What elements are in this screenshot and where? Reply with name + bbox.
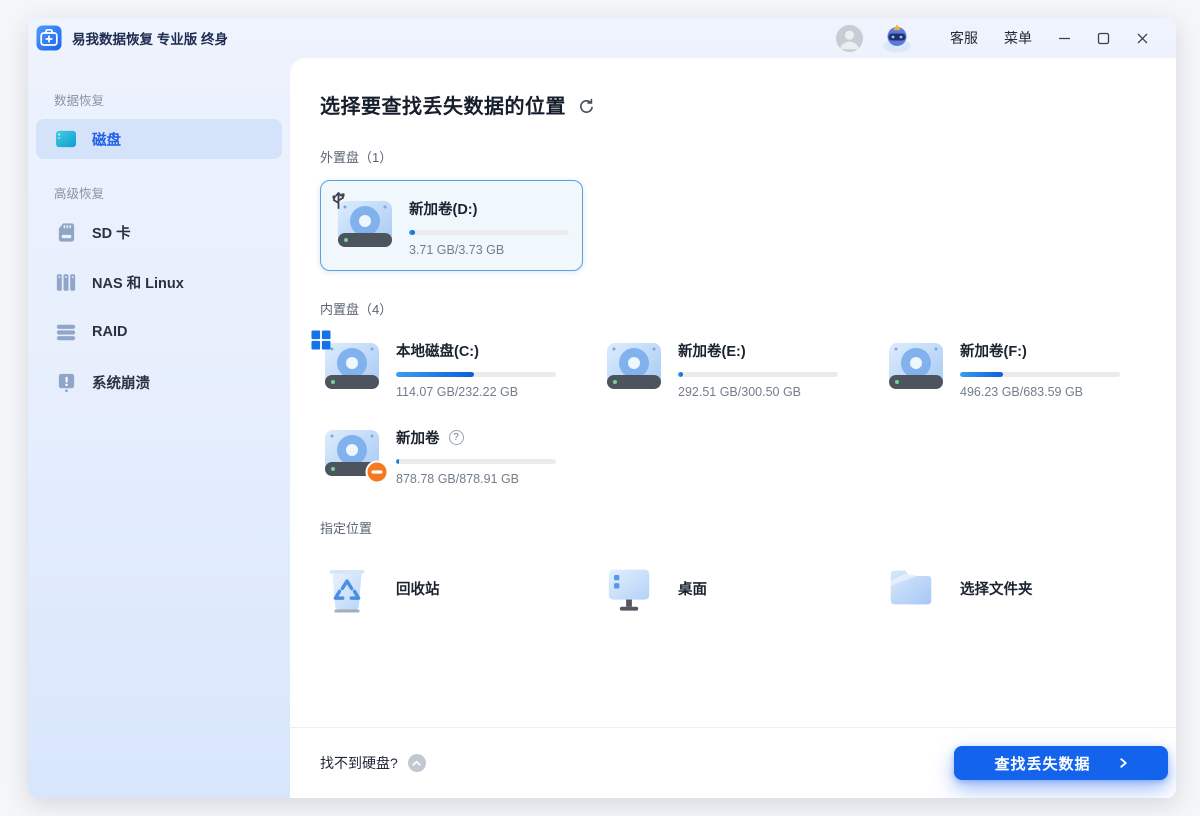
system-crash-icon [55, 372, 77, 393]
drive-item[interactable]: 新加卷(E:) 292.51 GB/300.50 GB [602, 336, 884, 399]
capacity-bar [396, 372, 556, 377]
drive-name: 新加卷(E:) [678, 340, 746, 361]
drive-item[interactable]: 本地磁盘(C:) 114.07 GB/232.22 GB [320, 336, 602, 399]
sidebar-item-raid[interactable]: RAID [36, 312, 282, 352]
assistant-mascot-icon[interactable] [879, 23, 915, 53]
drive-item[interactable]: 新加卷 878.78 GB/878.91 GB [320, 423, 602, 486]
cant-find-disk-label: 找不到硬盘? [320, 753, 398, 773]
usb-badge-icon [328, 189, 349, 210]
app-logo-icon [36, 25, 62, 51]
chevron-up-icon [408, 754, 426, 772]
drive-capacity: 3.71 GB/3.73 GB [409, 243, 569, 257]
arrow-right-icon [1119, 757, 1128, 769]
location-select-folder[interactable]: 选择文件夹 [884, 561, 1166, 615]
external-disks-list: 新加卷(D:) 3.71 GB/3.73 GB [320, 180, 1166, 271]
user-avatar[interactable] [836, 25, 863, 52]
sidebar-item-label: RAID [92, 324, 127, 340]
offline-badge-icon [365, 460, 389, 484]
sd-card-icon [55, 222, 77, 243]
drive-name: 新加卷 [396, 427, 440, 448]
app-title: 易我数据恢复 专业版 终身 [72, 28, 228, 48]
sidebar-section: 高级恢复 SD 卡 NAS 和 Linux RAID 系统崩溃 [28, 183, 290, 402]
locations-list: 回收站 桌面 选择文件夹 [320, 561, 1166, 615]
sidebar-item-label: NAS 和 Linux [92, 272, 184, 293]
capacity-bar [678, 372, 838, 377]
drive-item-selected[interactable]: 新加卷(D:) 3.71 GB/3.73 GB [320, 180, 583, 271]
hard-drive-icon [884, 336, 948, 394]
sidebar-item-nas-linux[interactable]: NAS 和 Linux [36, 262, 282, 302]
support-button[interactable]: 客服 [937, 22, 991, 54]
hard-drive-icon [320, 423, 384, 481]
folder-icon [884, 561, 938, 615]
app-window: 易我数据恢复 专业版 终身 客服 菜单 [28, 18, 1176, 798]
help-icon[interactable] [449, 430, 464, 445]
location-label: 选择文件夹 [960, 578, 1033, 599]
main-panel: 选择要查找丢失数据的位置 外置盘（1） [290, 58, 1176, 798]
disk-icon [55, 129, 77, 149]
internal-disks-list: 本地磁盘(C:) 114.07 GB/232.22 GB [320, 336, 1166, 486]
location-recycle-bin[interactable]: 回收站 [320, 561, 602, 615]
sidebar: 数据恢复 磁盘 高级恢复 SD 卡 NAS 和 Linux RAID 系统崩溃 [28, 58, 290, 798]
sidebar-item-label: 系统崩溃 [92, 372, 150, 393]
hard-drive-icon [320, 336, 384, 394]
locations-label: 指定位置 [320, 518, 1166, 537]
drive-capacity: 292.51 GB/300.50 GB [678, 385, 838, 399]
drive-item[interactable]: 新加卷(F:) 496.23 GB/683.59 GB [884, 336, 1166, 399]
capacity-bar [409, 230, 569, 235]
drive-capacity: 878.78 GB/878.91 GB [396, 472, 556, 486]
cant-find-disk-toggle[interactable]: 找不到硬盘? [320, 753, 426, 773]
maximize-button[interactable] [1084, 26, 1123, 51]
page-title: 选择要查找丢失数据的位置 [320, 90, 566, 119]
footer-bar: 找不到硬盘? 查找丢失数据 [290, 727, 1176, 798]
sidebar-item-system-crash[interactable]: 系统崩溃 [36, 362, 282, 402]
capacity-bar [960, 372, 1120, 377]
capacity-bar [396, 459, 556, 464]
desktop-icon [602, 561, 656, 615]
sidebar-item-label: SD 卡 [92, 222, 131, 243]
titlebar: 易我数据恢复 专业版 终身 客服 菜单 [28, 18, 1176, 58]
sidebar-item-label: 磁盘 [92, 129, 121, 150]
sidebar-section-header: 高级恢复 [54, 183, 290, 202]
sidebar-section-header: 数据恢复 [54, 90, 290, 109]
drive-name: 本地磁盘(C:) [396, 340, 479, 361]
sidebar-item-disk[interactable]: 磁盘 [36, 119, 282, 159]
location-label: 桌面 [678, 578, 707, 599]
sidebar-section: 数据恢复 磁盘 [28, 90, 290, 159]
drive-name: 新加卷(D:) [409, 198, 477, 219]
drive-capacity: 496.23 GB/683.59 GB [960, 385, 1120, 399]
recycle-bin-icon [320, 561, 374, 615]
scan-button-label: 查找丢失数据 [994, 753, 1090, 774]
windows-badge-icon [311, 330, 331, 350]
minimize-button[interactable] [1045, 26, 1084, 51]
refresh-icon[interactable] [578, 98, 595, 115]
location-desktop[interactable]: 桌面 [602, 561, 884, 615]
menu-button[interactable]: 菜单 [991, 22, 1045, 54]
raid-icon [55, 322, 77, 343]
location-label: 回收站 [396, 578, 440, 599]
hard-drive-icon [333, 194, 397, 252]
close-button[interactable] [1123, 26, 1162, 51]
drive-name: 新加卷(F:) [960, 340, 1027, 361]
internal-disks-label: 内置盘（4） [320, 299, 1166, 318]
hard-drive-icon [602, 336, 666, 394]
nas-icon [55, 272, 77, 293]
scan-lost-data-button[interactable]: 查找丢失数据 [954, 746, 1168, 780]
drive-capacity: 114.07 GB/232.22 GB [396, 385, 556, 399]
sidebar-item-sd-card[interactable]: SD 卡 [36, 212, 282, 252]
external-disks-label: 外置盘（1） [320, 147, 1166, 166]
